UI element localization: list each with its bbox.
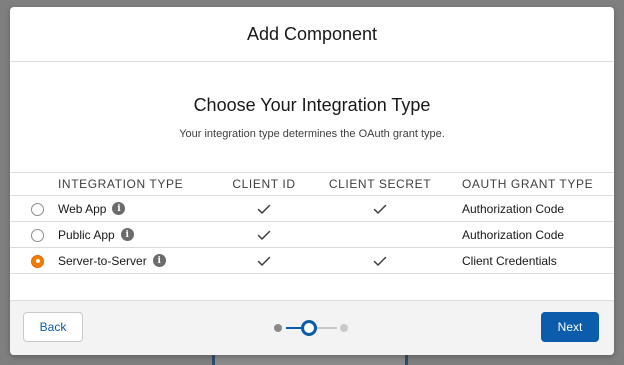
step-dot-current bbox=[301, 320, 317, 336]
oauth-grant-type-cell: Authorization Code bbox=[448, 221, 614, 248]
modal-footer: Back Next bbox=[10, 300, 614, 355]
integration-type-cell: Web App i bbox=[48, 195, 216, 222]
checkmark-icon bbox=[257, 202, 271, 216]
client-id-cell bbox=[216, 221, 312, 248]
step-connector-completed bbox=[286, 327, 302, 329]
client-secret-header: CLIENT SECRET bbox=[312, 172, 448, 196]
section-subtitle: Your integration type determines the OAu… bbox=[179, 128, 445, 140]
integration-type-header: INTEGRATION TYPE bbox=[48, 172, 216, 196]
integration-type-label: Public App bbox=[58, 227, 115, 242]
table-row[interactable]: Public App i Authorization Code bbox=[10, 221, 614, 248]
checkmark-icon bbox=[257, 254, 271, 268]
radio-cell bbox=[10, 221, 48, 248]
modal-header: Add Component bbox=[10, 7, 614, 62]
radio-button[interactable] bbox=[31, 254, 44, 268]
step-dot-completed bbox=[274, 324, 282, 332]
client-id-cell bbox=[216, 195, 312, 222]
back-button[interactable]: Back bbox=[23, 312, 83, 342]
oauth-grant-type-cell: Authorization Code bbox=[448, 195, 614, 222]
radio-column-header bbox=[10, 172, 48, 196]
table-header-row: INTEGRATION TYPE CLIENT ID CLIENT SECRET… bbox=[10, 172, 614, 196]
progress-indicator bbox=[264, 320, 360, 336]
info-icon[interactable]: i bbox=[112, 202, 126, 215]
oauth-grant-type-cell: Client Credentials bbox=[448, 247, 614, 274]
client-secret-cell bbox=[312, 195, 448, 222]
modal-title: Add Component bbox=[246, 23, 378, 44]
checkmark-icon bbox=[373, 202, 387, 216]
integration-type-cell: Public App i bbox=[48, 221, 216, 248]
checkmark-icon bbox=[257, 228, 271, 242]
integration-type-cell: Server-to-Server i bbox=[48, 247, 216, 274]
next-button[interactable]: Next bbox=[541, 312, 599, 342]
step-connector-upcoming bbox=[317, 327, 337, 329]
checkmark-icon bbox=[373, 254, 387, 268]
integration-type-label: Server-to-Server bbox=[58, 253, 147, 268]
table-row[interactable]: Server-to-Server i Client Credentials bbox=[10, 247, 614, 274]
radio-cell bbox=[10, 195, 48, 222]
client-secret-cell bbox=[312, 221, 448, 248]
modal-body: Choose Your Integration Type Your integr… bbox=[10, 62, 614, 300]
info-icon[interactable]: i bbox=[152, 254, 166, 267]
section-title: Choose Your Integration Type bbox=[193, 95, 431, 115]
table-row[interactable]: Web App i Authorization Code bbox=[10, 195, 614, 222]
radio-button[interactable] bbox=[31, 228, 44, 242]
client-secret-cell bbox=[312, 247, 448, 274]
oauth-grant-type-header: OAUTH GRANT TYPE bbox=[448, 172, 614, 196]
step-dot-upcoming bbox=[340, 324, 348, 332]
info-icon[interactable]: i bbox=[120, 228, 134, 241]
radio-button[interactable] bbox=[31, 202, 44, 216]
integration-type-label: Web App bbox=[58, 201, 107, 216]
client-id-cell bbox=[216, 247, 312, 274]
client-id-header: CLIENT ID bbox=[216, 172, 312, 196]
add-component-modal: Add Component Choose Your Integration Ty… bbox=[10, 7, 614, 355]
radio-cell bbox=[10, 247, 48, 274]
integration-type-table: INTEGRATION TYPE CLIENT ID CLIENT SECRET… bbox=[10, 172, 614, 274]
